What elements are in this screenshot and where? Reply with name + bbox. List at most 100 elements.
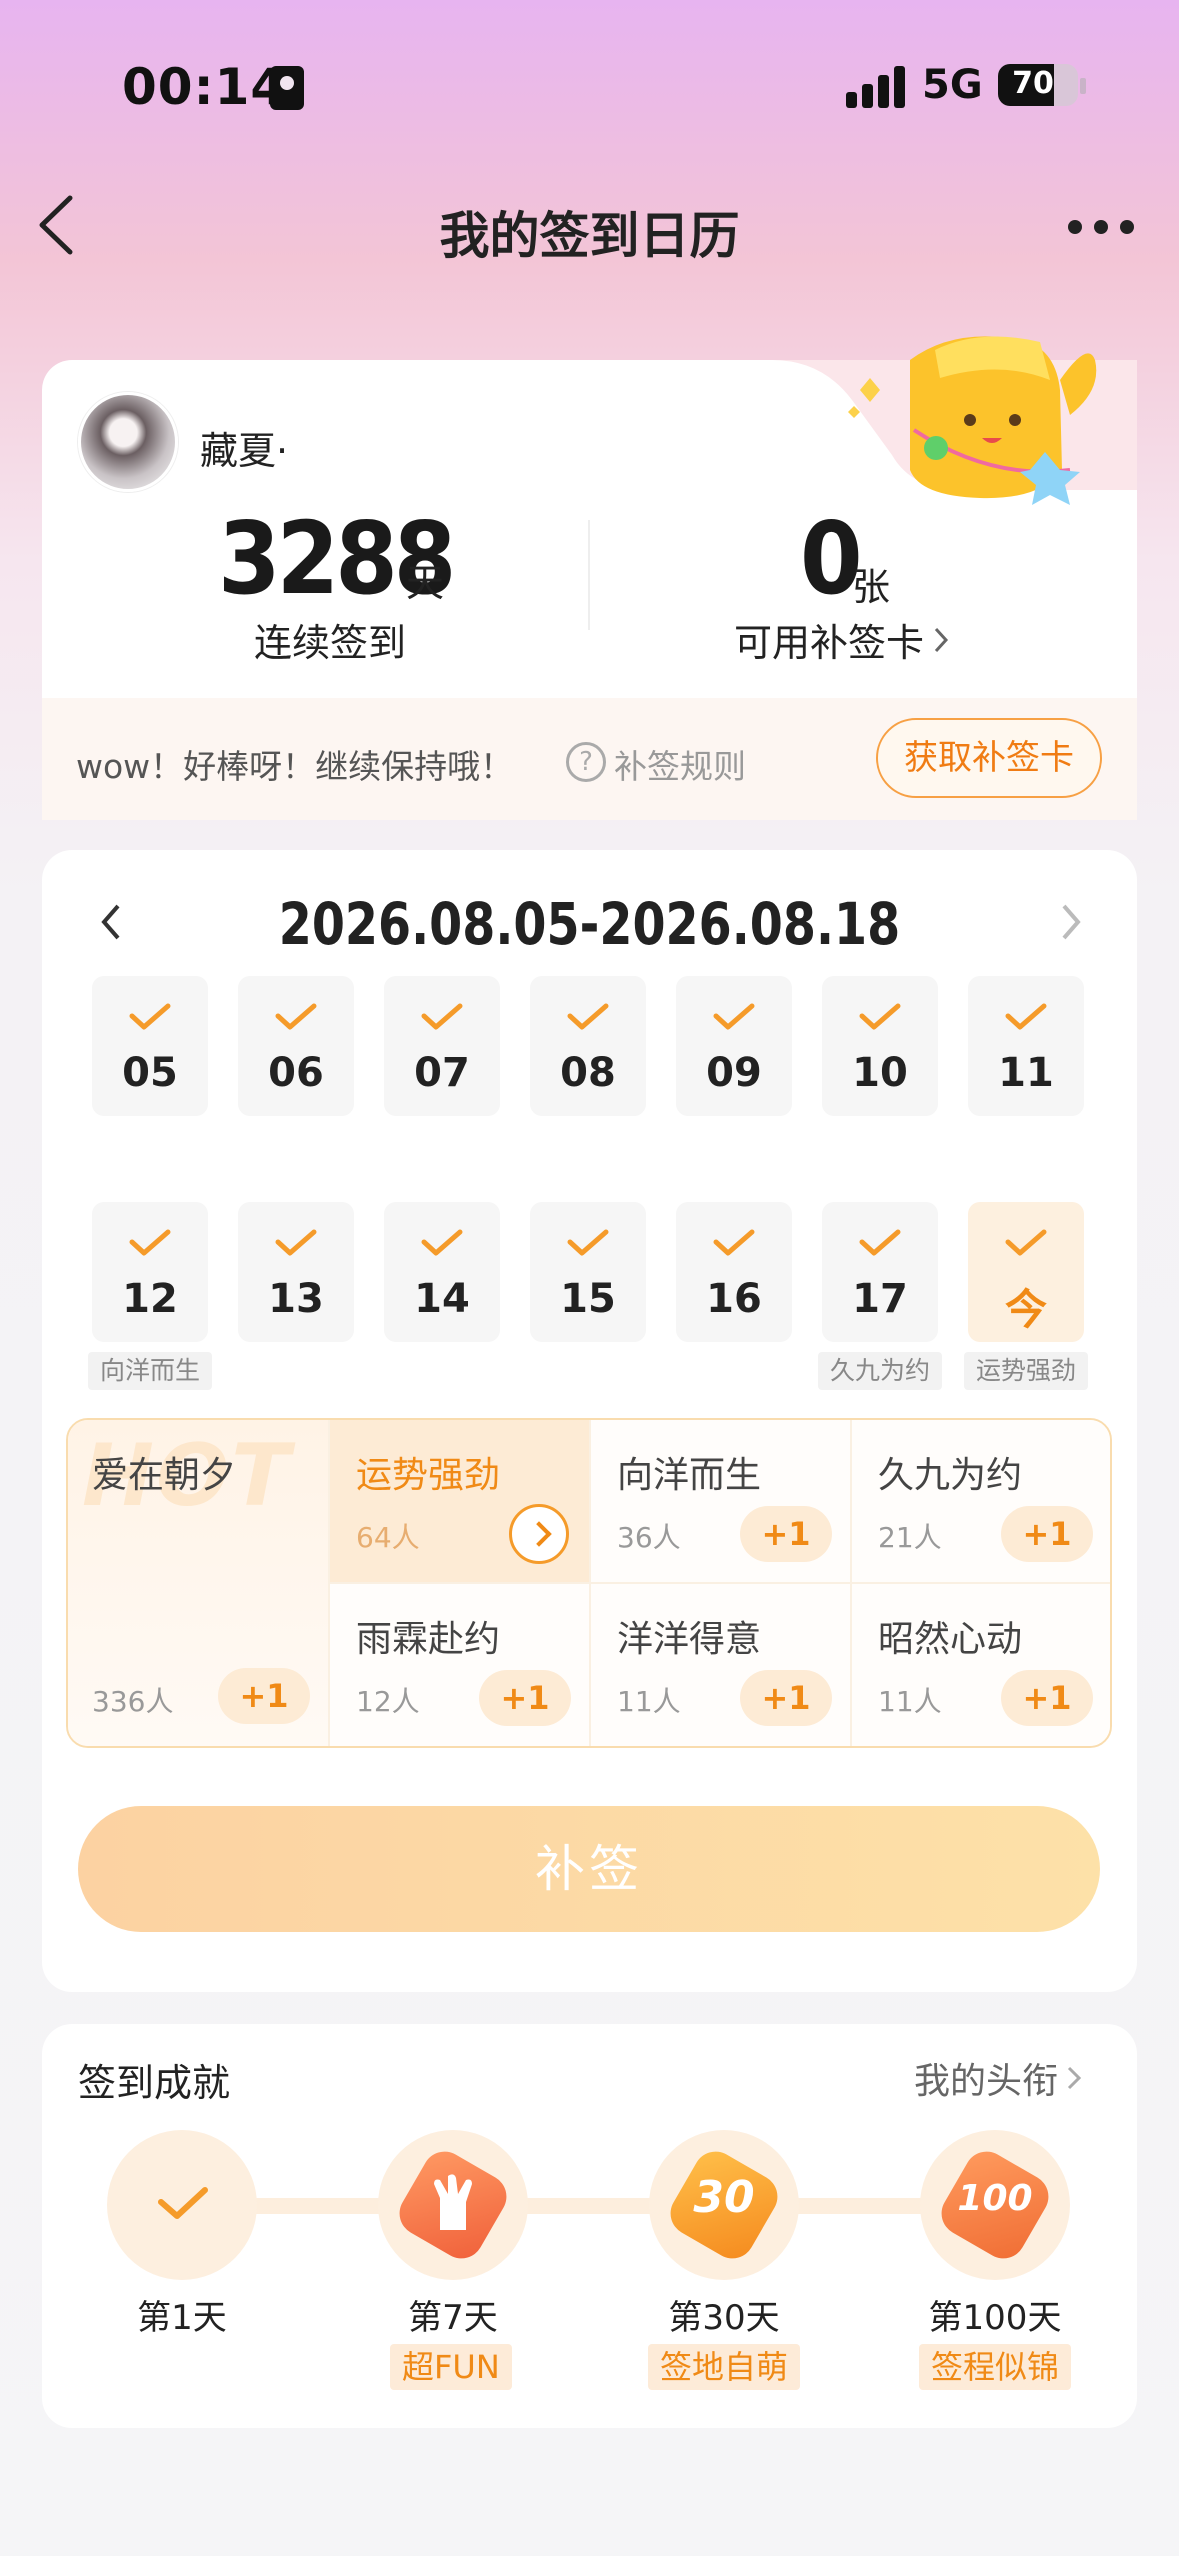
- theme-name: 运势强劲: [356, 1455, 501, 1496]
- calendar-day[interactable]: 13: [238, 1202, 354, 1342]
- calendar-day[interactable]: 06: [238, 976, 354, 1116]
- theme-cell[interactable]: 昭然心动 11人 +1: [852, 1584, 1110, 1746]
- day-number: 09: [706, 1050, 762, 1096]
- theme-name: 雨霖赴约: [356, 1619, 501, 1660]
- day-number: 12: [122, 1276, 178, 1322]
- calendar-day[interactable]: 07: [384, 976, 500, 1116]
- cards-value: 0: [800, 500, 863, 617]
- calendar-day[interactable]: 14: [384, 1202, 500, 1342]
- cards-link[interactable]: 可用补签卡: [734, 612, 950, 667]
- check-icon: [713, 1003, 755, 1030]
- ach-title-tag: 超FUN: [390, 2344, 512, 2390]
- theme-cell[interactable]: 久九为约 21人 +1: [852, 1420, 1110, 1584]
- medal-day30[interactable]: 30: [649, 2130, 799, 2280]
- theme-cell-hot[interactable]: HOT 爱在朝夕 336人 +1: [68, 1420, 330, 1746]
- theme-cell[interactable]: 运势强劲 64人: [330, 1420, 591, 1584]
- medal-day7[interactable]: [378, 2130, 528, 2280]
- next-week-icon[interactable]: [1056, 900, 1086, 944]
- calendar-day[interactable]: 05: [92, 976, 208, 1116]
- check-icon: [859, 1229, 901, 1256]
- plus-one-button[interactable]: +1: [1001, 1670, 1093, 1726]
- cards-unit: 张: [852, 565, 891, 609]
- get-card-button[interactable]: 获取补签卡: [876, 718, 1102, 798]
- theme-cell[interactable]: 向洋而生 36人 +1: [591, 1420, 852, 1584]
- cards-stat: 0: [800, 500, 863, 617]
- medal-day1[interactable]: [107, 2130, 257, 2280]
- makeup-signin-button[interactable]: 补签: [78, 1806, 1100, 1932]
- medal-day100[interactable]: 100: [920, 2130, 1070, 2280]
- my-titles-link[interactable]: 我的头衔: [914, 2052, 1082, 2104]
- day-theme-tag: 向洋而生: [88, 1352, 212, 1390]
- theme-cell[interactable]: 雨霖赴约 12人 +1: [330, 1584, 591, 1746]
- calendar-day[interactable]: 08: [530, 976, 646, 1116]
- chevron-right-icon: [1067, 2066, 1082, 2090]
- theme-count: 11人: [878, 1685, 942, 1718]
- check-icon: [1005, 1229, 1047, 1256]
- theme-name: 昭然心动: [878, 1619, 1023, 1660]
- theme-cell[interactable]: 洋洋得意 11人 +1: [591, 1584, 852, 1746]
- theme-count: 64人: [356, 1521, 420, 1554]
- battery-cap: [1080, 78, 1086, 94]
- check-icon: [129, 1003, 171, 1030]
- plus-one-button[interactable]: +1: [740, 1670, 832, 1726]
- signal-icon: [846, 64, 906, 108]
- badge-100-text: 100: [957, 2178, 1033, 2219]
- day-number: 15: [560, 1276, 616, 1322]
- chevron-right-icon: [934, 627, 949, 652]
- day-number: 11: [998, 1050, 1054, 1096]
- day-number: 10: [852, 1050, 908, 1096]
- ach-day-label: 第1天: [137, 2298, 227, 2338]
- calendar-day[interactable]: 15: [530, 1202, 646, 1342]
- day-number: 08: [560, 1050, 616, 1096]
- check-icon: [421, 1229, 463, 1256]
- check-icon: [275, 1003, 317, 1030]
- calendar-day[interactable]: 11: [968, 976, 1084, 1116]
- rules-link[interactable]: 补签规则: [614, 740, 746, 788]
- calendar-day[interactable]: 10: [822, 976, 938, 1116]
- calendar-day[interactable]: 09: [676, 976, 792, 1116]
- check-icon: [421, 1003, 463, 1030]
- avatar[interactable]: [78, 392, 178, 492]
- check-icon: [567, 1229, 609, 1256]
- calendar-day-today[interactable]: 今: [968, 1202, 1084, 1342]
- battery-level: 70: [1012, 66, 1054, 101]
- theme-count: 336人: [92, 1685, 174, 1718]
- chevron-right-icon[interactable]: [509, 1504, 569, 1564]
- check-icon: [567, 1003, 609, 1030]
- question-icon[interactable]: ?: [566, 742, 606, 782]
- plus-one-button[interactable]: +1: [1001, 1506, 1093, 1562]
- ach-day-label: 第30天: [668, 2298, 780, 2338]
- calendar-day[interactable]: 12: [92, 1202, 208, 1342]
- stat-divider: [588, 520, 590, 630]
- id-card-icon: [270, 66, 304, 110]
- achievement-track: [180, 2198, 1000, 2214]
- day-number: 17: [852, 1276, 908, 1322]
- plus-one-button[interactable]: +1: [479, 1670, 571, 1726]
- calendar-day[interactable]: 17: [822, 1202, 938, 1342]
- check-icon: [129, 1229, 171, 1256]
- hand-icon: [434, 2174, 472, 2230]
- calendar-day[interactable]: 16: [676, 1202, 792, 1342]
- day-number: 今: [1004, 1285, 1047, 1334]
- my-titles-label: 我的头衔: [914, 2061, 1059, 2102]
- ach-title-tag: 签地自萌: [648, 2344, 801, 2390]
- day-number: 06: [268, 1050, 324, 1096]
- day-theme-tag: 久九为约: [818, 1352, 942, 1390]
- plus-one-button[interactable]: +1: [740, 1506, 832, 1562]
- status-time: 00:14: [122, 58, 287, 116]
- plus-one-button[interactable]: +1: [218, 1668, 310, 1724]
- check-icon: [713, 1229, 755, 1256]
- theme-count: 36人: [617, 1521, 681, 1554]
- badge-30-text: 30: [693, 2172, 755, 2223]
- username: 藏夏·: [200, 429, 289, 473]
- streak-unit: 天: [406, 561, 445, 605]
- tip-text: wow！好棒呀！继续保持哦！: [76, 747, 514, 786]
- day-number: 07: [414, 1050, 470, 1096]
- more-icon[interactable]: [1068, 220, 1138, 234]
- theme-name: 久九为约: [878, 1455, 1023, 1496]
- theme-count: 11人: [617, 1685, 681, 1718]
- ach-day-label: 第100天: [928, 2298, 1062, 2338]
- streak-label: 连续签到: [253, 621, 406, 665]
- check-icon: [859, 1003, 901, 1030]
- day-number: 16: [706, 1276, 762, 1322]
